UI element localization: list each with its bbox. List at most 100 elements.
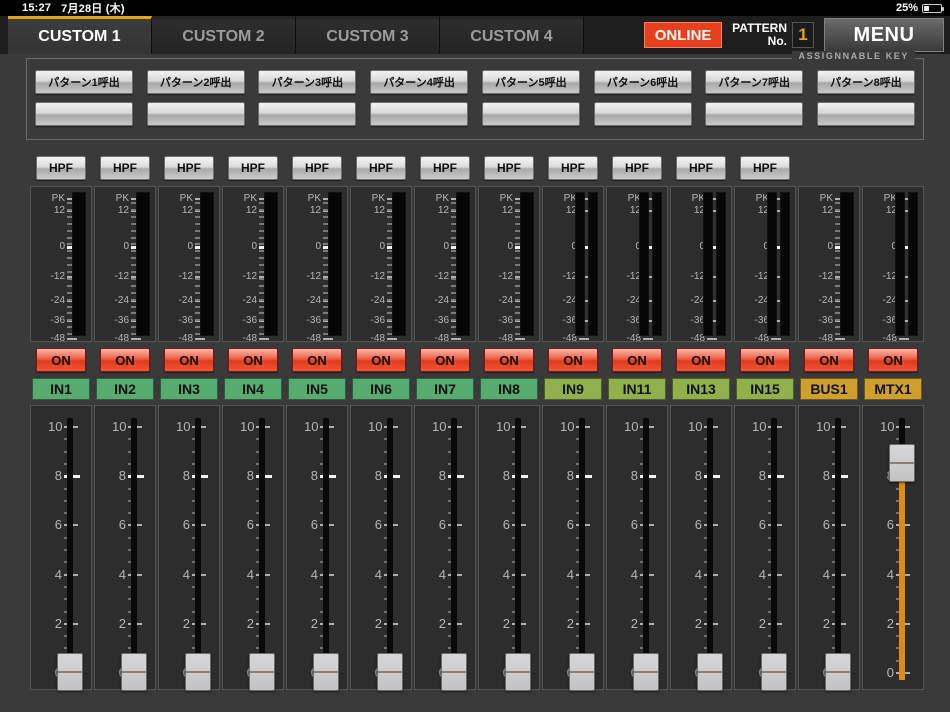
channel-fader[interactable]: 1086420 [798,405,860,691]
fader-track[interactable] [195,418,201,680]
hpf-button[interactable]: HPF [612,156,662,180]
channel-name-badge[interactable]: MTX1 [864,378,922,400]
channel-name-badge[interactable]: IN7 [416,378,474,400]
channel-name-badge[interactable]: IN5 [288,378,346,400]
assignable-key-row1-7[interactable]: パターン7呼出 [705,70,804,94]
channel-fader[interactable]: 1086420 [158,405,220,691]
assignable-key-row2-8[interactable] [816,102,915,126]
channel-fader[interactable]: 1086420 [286,405,348,691]
assignable-key-row1-6[interactable]: パターン6呼出 [593,70,692,94]
fader-track[interactable] [451,418,457,680]
fader-handle[interactable] [57,653,83,691]
channel-name-badge[interactable]: IN3 [160,378,218,400]
channel-fader[interactable]: 1086420 [94,405,156,691]
channel-name-badge[interactable]: IN1 [32,378,90,400]
channel-on-button[interactable]: ON [676,348,726,372]
channel-on-button[interactable]: ON [548,348,598,372]
fader-handle[interactable] [185,653,211,691]
fader-track[interactable] [387,418,393,680]
fader-handle[interactable] [761,653,787,691]
assignable-key-row1-3[interactable]: パターン3呼出 [258,70,357,94]
fader-track[interactable] [643,418,649,680]
fader-track[interactable] [259,418,265,680]
hpf-button[interactable]: HPF [36,156,86,180]
fader-track[interactable] [707,418,713,680]
tab-custom-4[interactable]: CUSTOM 4 [440,16,584,54]
channel-fader[interactable]: 1086420 [542,405,604,691]
channel-name-badge[interactable]: BUS1 [800,378,858,400]
fader-handle[interactable] [313,653,339,691]
fader-handle[interactable] [249,653,275,691]
channel-fader[interactable]: 1086420 [478,405,540,691]
fader-handle[interactable] [889,443,915,482]
channel-fader[interactable]: 1086420 [222,405,284,691]
channel-name-badge[interactable]: IN8 [480,378,538,400]
pattern-number-value[interactable]: 1 [792,22,814,48]
channel-on-button[interactable]: ON [164,348,214,372]
channel-fader[interactable]: 1086420 [670,405,732,691]
hpf-button[interactable]: HPF [676,156,726,180]
channel-on-button[interactable]: ON [740,348,790,372]
channel-on-button[interactable]: ON [612,348,662,372]
fader-track[interactable] [579,418,585,680]
channel-on-button[interactable]: ON [420,348,470,372]
channel-on-button[interactable]: ON [100,348,150,372]
channel-name-badge[interactable]: IN6 [352,378,410,400]
channel-fader[interactable]: 1086420 [414,405,476,691]
channel-fader[interactable]: 1086420 [30,405,92,691]
fader-track[interactable] [67,418,73,680]
channel-fader[interactable]: 1086420 [606,405,668,691]
assignable-key-row2-6[interactable] [593,102,692,126]
fader-track[interactable] [835,418,841,680]
hpf-button[interactable]: HPF [164,156,214,180]
channel-on-button[interactable]: ON [484,348,534,372]
tab-custom-1[interactable]: CUSTOM 1 [8,16,152,54]
hpf-button[interactable]: HPF [740,156,790,180]
assignable-key-row2-1[interactable] [35,102,133,126]
fader-handle[interactable] [697,653,723,691]
assignable-key-row2-7[interactable] [705,102,804,126]
fader-track[interactable] [515,418,521,680]
assignable-key-row2-2[interactable] [146,102,245,126]
hpf-button[interactable]: HPF [548,156,598,180]
fader-handle[interactable] [633,653,659,691]
fader-track[interactable] [323,418,329,680]
tab-custom-2[interactable]: CUSTOM 2 [152,16,296,54]
channel-on-button[interactable]: ON [292,348,342,372]
hpf-button[interactable]: HPF [228,156,278,180]
channel-name-badge[interactable]: IN11 [608,378,666,400]
channel-name-badge[interactable]: IN2 [96,378,154,400]
hpf-button[interactable]: HPF [100,156,150,180]
fader-track[interactable] [771,418,777,680]
channel-fader[interactable]: 1086420 [734,405,796,691]
fader-track[interactable] [131,418,137,680]
channel-fader[interactable]: 1086420 [350,405,412,691]
assignable-key-row2-3[interactable] [258,102,357,126]
fader-handle[interactable] [441,653,467,691]
fader-handle[interactable] [569,653,595,691]
hpf-button[interactable]: HPF [292,156,342,180]
pattern-selector[interactable]: PATTERN No. 1 [732,22,814,48]
hpf-button[interactable]: HPF [484,156,534,180]
fader-handle[interactable] [377,653,403,691]
assignable-key-row1-1[interactable]: パターン1呼出 [35,70,133,94]
fader-handle[interactable] [121,653,147,691]
online-button[interactable]: ONLINE [644,22,723,48]
channel-name-badge[interactable]: IN9 [544,378,602,400]
channel-on-button[interactable]: ON [868,348,918,372]
channel-fader[interactable]: 1086420 [862,405,924,690]
channel-on-button[interactable]: ON [228,348,278,372]
channel-name-badge[interactable]: IN4 [224,378,282,400]
channel-on-button[interactable]: ON [356,348,406,372]
tab-custom-3[interactable]: CUSTOM 3 [296,16,440,54]
hpf-button[interactable]: HPF [420,156,470,180]
menu-button[interactable]: MENU [824,18,944,52]
assignable-key-row1-5[interactable]: パターン5呼出 [481,70,580,94]
channel-on-button[interactable]: ON [804,348,854,372]
channel-name-badge[interactable]: IN15 [736,378,794,400]
assignable-key-row1-2[interactable]: パターン2呼出 [146,70,245,94]
assignable-key-row1-4[interactable]: パターン4呼出 [370,70,469,94]
assignable-key-row1-8[interactable]: パターン8呼出 [816,70,915,94]
channel-name-badge[interactable]: IN13 [672,378,730,400]
channel-on-button[interactable]: ON [36,348,86,372]
